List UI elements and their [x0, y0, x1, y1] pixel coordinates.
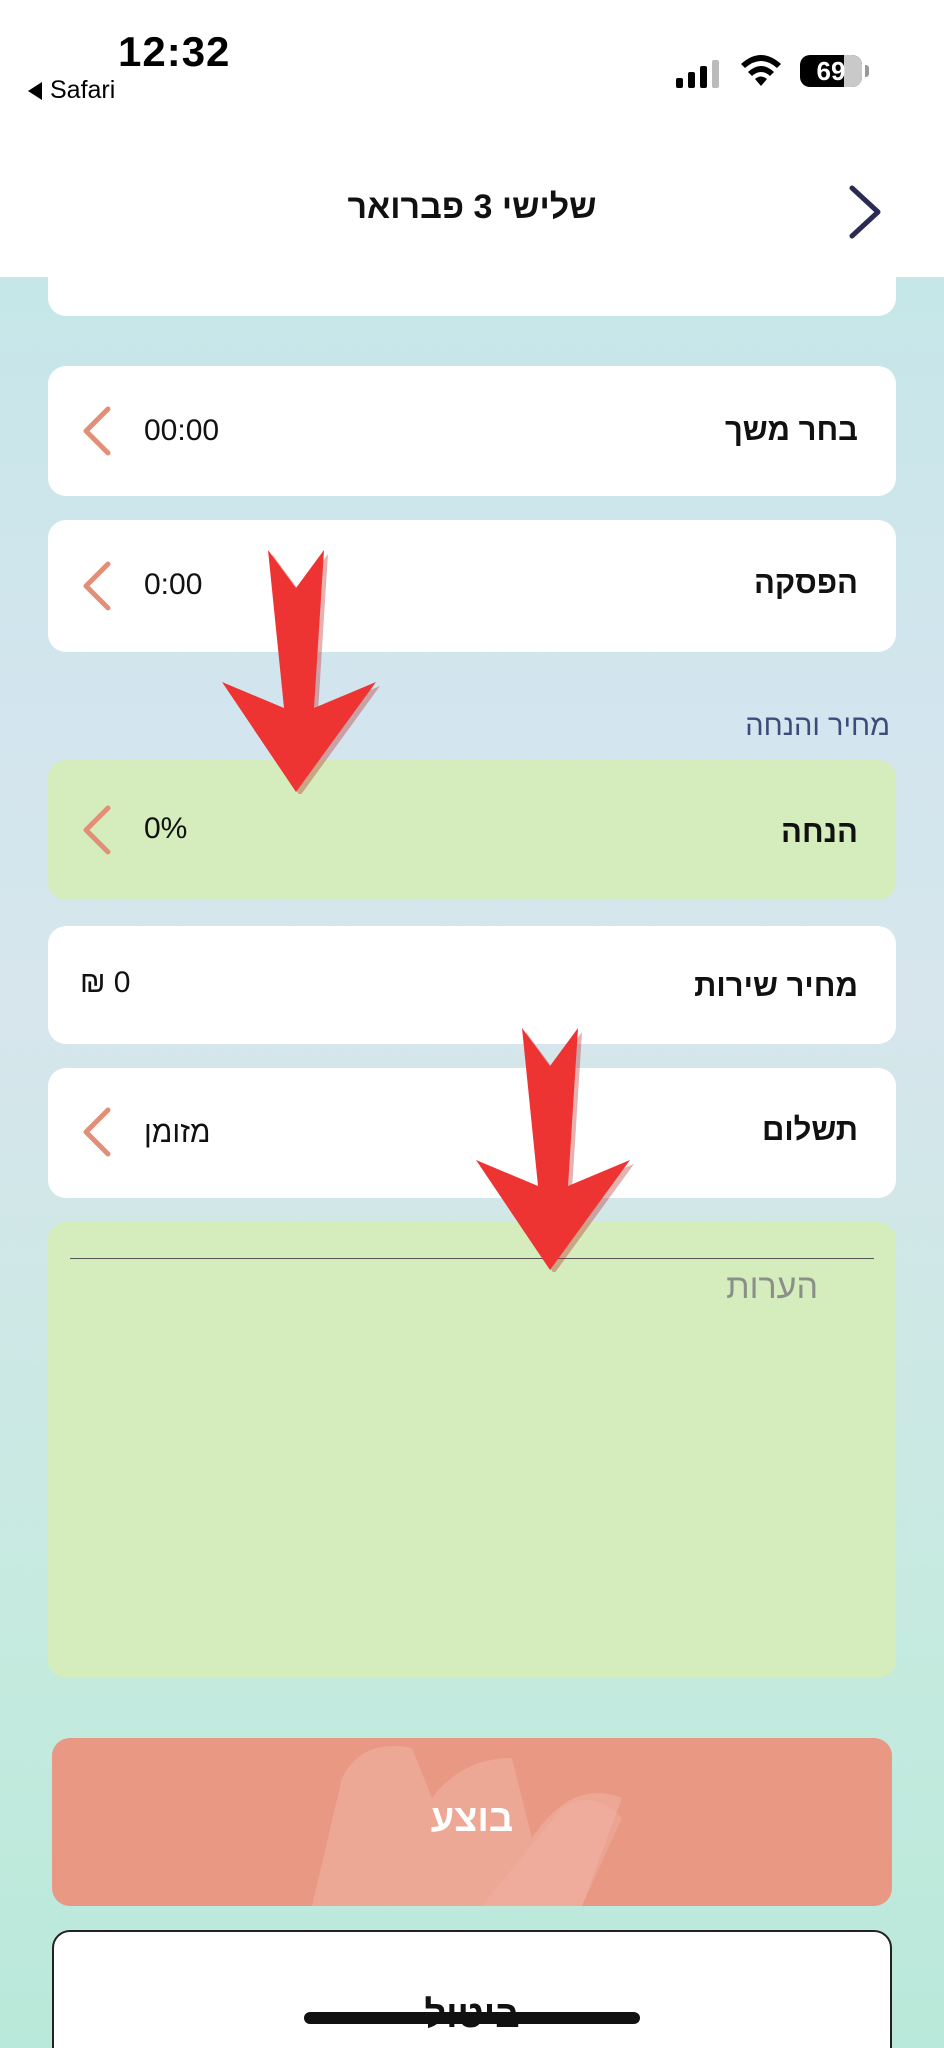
- battery-icon: 69: [800, 55, 869, 87]
- duration-row[interactable]: 00:00 בחר משך: [48, 366, 896, 496]
- submit-button[interactable]: בוצע: [52, 1738, 892, 1906]
- annotation-arrow-icon: [476, 1028, 634, 1272]
- back-app-label: Safari: [50, 76, 116, 104]
- nav-bar: שלישי 3 פברואר: [0, 150, 944, 278]
- discount-label: הנחה: [781, 814, 858, 849]
- service-price-label: מחיר שירות: [694, 968, 858, 1003]
- chevron-left-icon: [83, 561, 111, 611]
- status-bar: 12:32 Safari 69: [0, 0, 944, 150]
- duration-label: בחר משך: [724, 412, 858, 447]
- discount-row[interactable]: 0% הנחה: [48, 760, 896, 900]
- discount-value: 0%: [144, 812, 188, 845]
- clock: 12:32: [118, 28, 231, 75]
- chevron-left-icon: [83, 406, 111, 456]
- cancel-button[interactable]: ביטול: [52, 1930, 892, 2048]
- notes-placeholder: הערות: [726, 1268, 818, 1306]
- break-row[interactable]: 0:00 הפסקה: [48, 520, 896, 652]
- chevron-left-icon: [83, 805, 111, 855]
- payment-label: תשלום: [762, 1112, 858, 1147]
- back-triangle-icon: [28, 81, 42, 100]
- battery-level: 69: [816, 56, 846, 86]
- section-price-discount: מחיר והנחה: [745, 710, 890, 742]
- payment-value: מזומן: [144, 1116, 211, 1149]
- back-to-safari[interactable]: Safari: [28, 76, 115, 105]
- chevron-right-icon[interactable]: [840, 180, 890, 244]
- notes-textarea[interactable]: הערות: [48, 1222, 896, 1678]
- submit-label: בוצע: [430, 1798, 514, 1840]
- annotation-arrow-icon: [222, 550, 380, 794]
- page-title: שלישי 3 פברואר: [347, 188, 597, 226]
- chevron-left-icon: [83, 1107, 111, 1157]
- service-price-value: ₪ 0: [80, 966, 131, 999]
- home-indicator: [304, 2012, 640, 2024]
- break-label: הפסקה: [753, 565, 858, 600]
- break-value: 0:00: [144, 568, 203, 601]
- duration-value: 00:00: [144, 414, 220, 447]
- wifi-icon: [741, 55, 781, 86]
- cellular-signal-icon: [676, 58, 719, 88]
- previous-card: [48, 270, 896, 316]
